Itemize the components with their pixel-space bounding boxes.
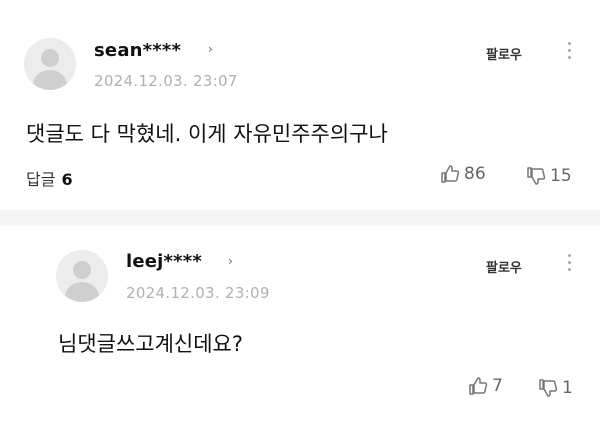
like-count: 7 — [492, 376, 503, 396]
thumbs-down-icon — [539, 379, 558, 397]
divider — [0, 210, 600, 226]
more-vertical-icon[interactable] — [568, 42, 572, 60]
comment-text: 댓글도 다 막혔네. 이게 자유민주주의구나 — [26, 122, 388, 146]
replies-button[interactable]: 답글 6 — [26, 166, 73, 190]
timestamp: 2024.12.03. 23:09 — [126, 284, 270, 302]
dislike-button[interactable]: 1 — [538, 378, 573, 398]
replies-label: 답글 — [26, 170, 56, 189]
chevron-right-icon[interactable]: › — [228, 254, 233, 268]
dislike-count: 15 — [550, 166, 572, 186]
avatar[interactable] — [24, 38, 76, 90]
follow-button[interactable]: 팔로우 — [486, 257, 522, 276]
username[interactable]: leej**** — [126, 251, 202, 272]
reply-item: leej**** › 2024.12.03. 23:09 팔로우 님댓글쓰고계신… — [0, 226, 600, 436]
more-vertical-icon[interactable] — [568, 254, 572, 272]
comment-item: sean**** › 2024.12.03. 23:07 팔로우 댓글도 다 막… — [0, 0, 600, 210]
dislike-count: 1 — [562, 378, 573, 398]
replies-count: 6 — [61, 170, 73, 189]
follow-button[interactable]: 팔로우 — [486, 44, 522, 63]
thumbs-up-icon — [441, 165, 460, 183]
avatar[interactable] — [56, 250, 108, 302]
thumbs-up-icon — [469, 377, 488, 395]
dislike-button[interactable]: 15 — [526, 166, 572, 186]
like-button[interactable]: 7 — [468, 376, 503, 396]
like-count: 86 — [464, 164, 486, 184]
comment-text: 님댓글쓰고계신데요? — [58, 332, 244, 356]
thumbs-down-icon — [527, 167, 546, 185]
like-button[interactable]: 86 — [440, 164, 486, 184]
chevron-right-icon[interactable]: › — [208, 42, 213, 56]
username[interactable]: sean**** — [94, 40, 181, 61]
timestamp: 2024.12.03. 23:07 — [94, 72, 238, 90]
